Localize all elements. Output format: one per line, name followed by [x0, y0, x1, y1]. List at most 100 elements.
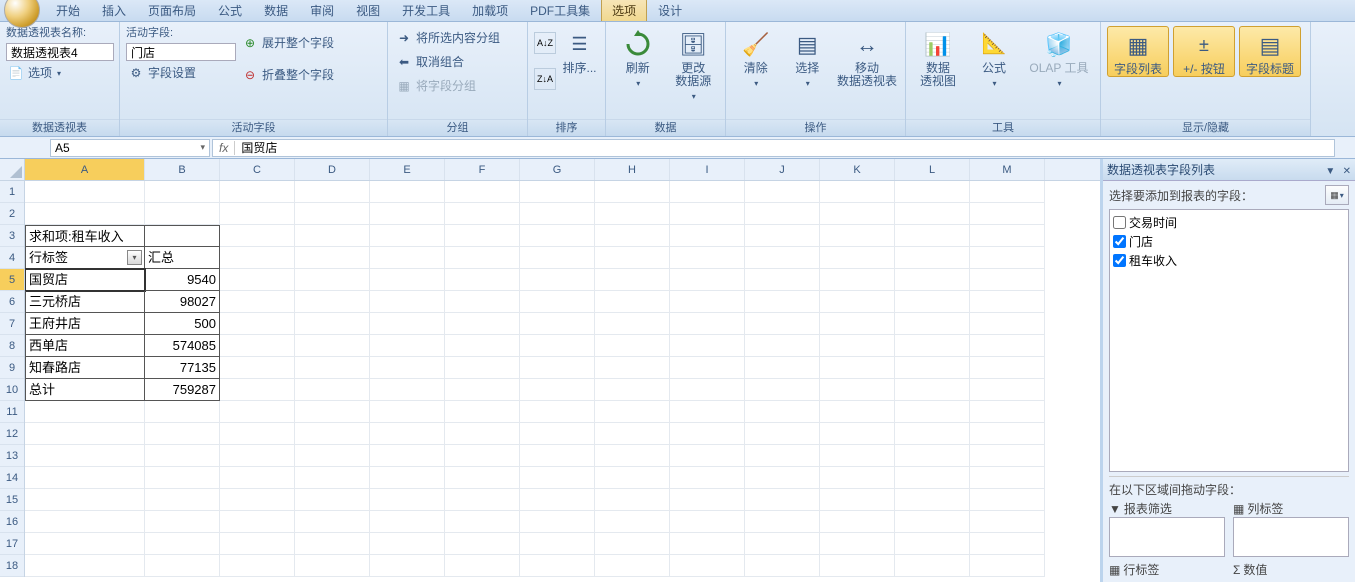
- field-item[interactable]: 租车收入: [1113, 251, 1345, 270]
- cell[interactable]: [445, 247, 520, 269]
- cell[interactable]: [670, 269, 745, 291]
- cell[interactable]: [895, 401, 970, 423]
- cell[interactable]: [220, 489, 295, 511]
- cell[interactable]: [520, 401, 595, 423]
- pane-dropdown-icon[interactable]: ▼: [1325, 166, 1335, 177]
- cell[interactable]: [820, 533, 895, 555]
- tab-8[interactable]: 加载项: [461, 0, 519, 21]
- cell[interactable]: [445, 467, 520, 489]
- cell[interactable]: [445, 291, 520, 313]
- cell[interactable]: [445, 445, 520, 467]
- cell[interactable]: [445, 357, 520, 379]
- cell[interactable]: [745, 445, 820, 467]
- cell[interactable]: [145, 445, 220, 467]
- cell[interactable]: [745, 269, 820, 291]
- cell[interactable]: [670, 291, 745, 313]
- cell[interactable]: [220, 423, 295, 445]
- cell[interactable]: [970, 247, 1045, 269]
- col-header[interactable]: J: [745, 159, 820, 180]
- cell[interactable]: 9540: [145, 269, 220, 291]
- chevron-down-icon[interactable]: ▾: [200, 142, 205, 153]
- cell[interactable]: [745, 335, 820, 357]
- cell[interactable]: [145, 489, 220, 511]
- cell[interactable]: 总计: [25, 379, 145, 401]
- cell[interactable]: [370, 335, 445, 357]
- group-selection-button[interactable]: ➜ 将所选内容分组: [394, 29, 502, 47]
- cell[interactable]: [820, 379, 895, 401]
- cell[interactable]: [820, 181, 895, 203]
- select-all-corner[interactable]: [0, 159, 25, 181]
- cell[interactable]: [595, 247, 670, 269]
- tab-6[interactable]: 视图: [345, 0, 391, 21]
- cell[interactable]: [25, 555, 145, 577]
- col-header[interactable]: C: [220, 159, 295, 180]
- cell[interactable]: [970, 335, 1045, 357]
- cell[interactable]: [745, 467, 820, 489]
- tab-2[interactable]: 页面布局: [137, 0, 207, 21]
- cell[interactable]: [370, 291, 445, 313]
- cell[interactable]: [895, 225, 970, 247]
- sort-button[interactable]: ☰ 排序...: [560, 26, 599, 75]
- cell[interactable]: [745, 313, 820, 335]
- row-header[interactable]: 10: [0, 379, 24, 401]
- cell[interactable]: [520, 467, 595, 489]
- cell[interactable]: [370, 467, 445, 489]
- cell[interactable]: [670, 313, 745, 335]
- cell[interactable]: [520, 269, 595, 291]
- cell[interactable]: [220, 291, 295, 313]
- cell[interactable]: [895, 335, 970, 357]
- cell[interactable]: [820, 555, 895, 577]
- cell[interactable]: [895, 511, 970, 533]
- cell[interactable]: [25, 511, 145, 533]
- cell[interactable]: [970, 489, 1045, 511]
- cell[interactable]: [970, 225, 1045, 247]
- cell[interactable]: [595, 511, 670, 533]
- cell[interactable]: [220, 401, 295, 423]
- cell[interactable]: [25, 467, 145, 489]
- cell[interactable]: [370, 511, 445, 533]
- cell[interactable]: [670, 225, 745, 247]
- row-header[interactable]: 4: [0, 247, 24, 269]
- row-header[interactable]: 11: [0, 401, 24, 423]
- cell[interactable]: [895, 247, 970, 269]
- cell[interactable]: [895, 445, 970, 467]
- cell[interactable]: [25, 445, 145, 467]
- cell[interactable]: [670, 467, 745, 489]
- cell[interactable]: [820, 203, 895, 225]
- cell[interactable]: [370, 357, 445, 379]
- cell[interactable]: [520, 555, 595, 577]
- tab-11[interactable]: 设计: [647, 0, 693, 21]
- layout-button[interactable]: ▦: [1325, 185, 1349, 205]
- cell[interactable]: [970, 555, 1045, 577]
- tab-10[interactable]: 选项: [601, 0, 647, 21]
- cell[interactable]: [520, 445, 595, 467]
- cell[interactable]: [220, 357, 295, 379]
- cell[interactable]: [595, 313, 670, 335]
- cell[interactable]: [25, 203, 145, 225]
- cell[interactable]: [520, 379, 595, 401]
- cell[interactable]: [370, 181, 445, 203]
- cell[interactable]: [520, 511, 595, 533]
- cell[interactable]: [595, 357, 670, 379]
- row-header[interactable]: 12: [0, 423, 24, 445]
- cell[interactable]: [970, 401, 1045, 423]
- col-header[interactable]: F: [445, 159, 520, 180]
- cell[interactable]: [445, 489, 520, 511]
- name-box[interactable]: A5▾: [50, 139, 210, 157]
- cell[interactable]: 汇总: [145, 247, 220, 269]
- cell[interactable]: [520, 533, 595, 555]
- cell[interactable]: [370, 423, 445, 445]
- cell[interactable]: [745, 511, 820, 533]
- cell[interactable]: [520, 313, 595, 335]
- cell[interactable]: [295, 511, 370, 533]
- cell[interactable]: [595, 181, 670, 203]
- row-header[interactable]: 8: [0, 335, 24, 357]
- cell[interactable]: [370, 313, 445, 335]
- cell[interactable]: [295, 313, 370, 335]
- field-checkbox[interactable]: [1113, 254, 1126, 267]
- cell[interactable]: [445, 555, 520, 577]
- tab-7[interactable]: 开发工具: [391, 0, 461, 21]
- field-item[interactable]: 交易时间: [1113, 213, 1345, 232]
- cell[interactable]: [25, 489, 145, 511]
- cell[interactable]: 西单店: [25, 335, 145, 357]
